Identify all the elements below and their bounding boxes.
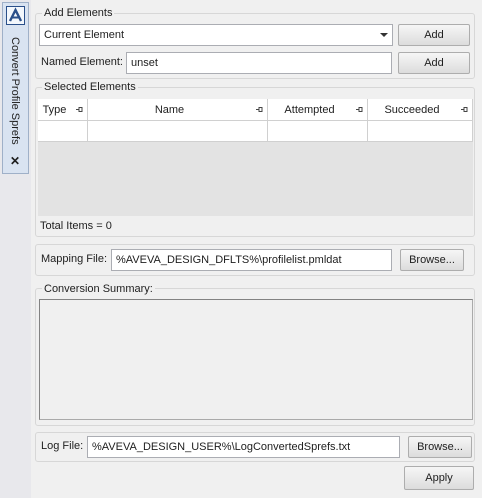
chevron-down-icon[interactable] (380, 33, 388, 37)
aveva-logo-icon (6, 6, 25, 25)
column-header-name[interactable]: Name (88, 99, 268, 121)
pin-icon[interactable] (355, 105, 364, 114)
column-header-succeeded[interactable]: Succeeded (368, 99, 473, 121)
table-cell-name[interactable] (88, 121, 268, 142)
total-items-label: Total Items = 0 (40, 220, 112, 232)
close-icon[interactable]: ✕ (10, 155, 20, 167)
column-header-attempted[interactable]: Attempted (268, 99, 368, 121)
column-header-type[interactable]: Type (38, 99, 88, 121)
current-element-combo[interactable]: Current Element (39, 24, 393, 46)
selected-elements-title: Selected Elements (42, 81, 138, 93)
table-cell-type[interactable] (38, 121, 88, 142)
side-tab-title[interactable]: Convert Profile Sprefs (9, 37, 21, 145)
add-current-element-button[interactable]: Add (398, 24, 470, 46)
pin-icon[interactable] (75, 105, 84, 114)
named-element-label: Named Element: (41, 56, 123, 68)
pin-icon[interactable] (255, 105, 264, 114)
current-element-value: Current Element (44, 29, 125, 41)
log-file-label: Log File: (41, 440, 84, 452)
table-cell-attempted[interactable] (268, 121, 368, 142)
mapping-file-label: Mapping File: (41, 253, 108, 265)
log-file-input[interactable]: %AVEVA_DESIGN_USER%\LogConvertedSprefs.t… (87, 436, 400, 458)
add-named-element-button[interactable]: Add (398, 52, 470, 74)
add-elements-title: Add Elements (42, 7, 115, 19)
table-cell-succeeded[interactable] (368, 121, 473, 142)
pin-icon[interactable] (460, 105, 469, 114)
log-browse-button[interactable]: Browse... (408, 436, 472, 458)
selected-elements-grid[interactable]: Type Name Attempted Succeeded (38, 99, 473, 216)
conversion-summary-title: Conversion Summary: (42, 283, 155, 295)
mapping-browse-button[interactable]: Browse... (400, 249, 464, 271)
named-element-input[interactable]: unset (126, 52, 392, 74)
side-dock-tab[interactable]: Convert Profile Sprefs ✕ (2, 2, 29, 174)
mapping-file-input[interactable]: %AVEVA_DESIGN_DFLTS%\profilelist.pmldat (111, 249, 392, 271)
apply-button[interactable]: Apply (404, 466, 474, 490)
conversion-summary-text[interactable] (39, 299, 473, 420)
